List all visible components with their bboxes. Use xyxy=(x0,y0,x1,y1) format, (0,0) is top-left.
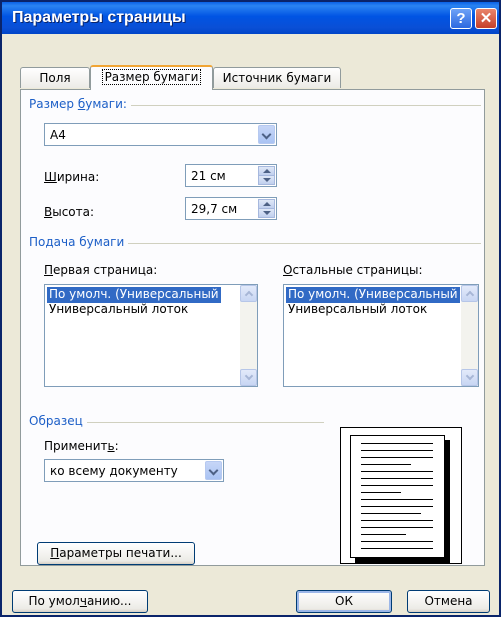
help-button[interactable]: ? xyxy=(450,8,472,29)
print-options-button[interactable]: Параметры печати... xyxy=(37,542,195,565)
scroll-up-icon[interactable] xyxy=(461,285,478,302)
paper-size-group-label: Размер бумаги: xyxy=(29,97,131,111)
tab-paper-size[interactable]: Размер бумаги xyxy=(90,65,213,90)
cancel-button[interactable]: Отмена xyxy=(407,590,490,613)
height-label: Высота: xyxy=(44,205,95,219)
scroll-up-icon[interactable] xyxy=(240,285,257,302)
close-icon: ✕ xyxy=(479,10,493,27)
page-setup-dialog: Параметры страницы ? ✕ Поля Размер бумаг… xyxy=(0,0,501,617)
height-spinner[interactable]: 29,7 см xyxy=(185,197,277,220)
list-item[interactable]: Универсальный лоток xyxy=(47,302,190,318)
tab-paper-size-label: Размер бумаги xyxy=(101,69,202,85)
list-item[interactable]: По умолч. (Универсальный xyxy=(286,287,460,303)
other-pages-label: Остальные страницы: xyxy=(283,263,423,277)
page-preview xyxy=(340,427,462,564)
apply-to-value: ко всему документу xyxy=(50,464,178,478)
scrollbar[interactable] xyxy=(240,285,257,386)
tab-margins[interactable]: Поля xyxy=(20,67,90,88)
scrollbar[interactable] xyxy=(461,285,478,386)
sample-group-label: Образец xyxy=(29,414,87,428)
default-button[interactable]: По умолчанию... xyxy=(12,590,148,613)
paper-size-value: А4 xyxy=(50,128,66,142)
height-value: 29,7 см xyxy=(191,202,238,216)
scroll-down-icon[interactable] xyxy=(240,369,257,386)
scroll-down-icon[interactable] xyxy=(461,369,478,386)
dialog-title: Параметры страницы xyxy=(12,9,186,26)
list-item[interactable]: Универсальный лоток xyxy=(286,302,429,318)
paper-size-select[interactable]: А4 xyxy=(44,123,277,146)
first-page-label: Первая страница: xyxy=(44,263,158,277)
width-label: Ширина: xyxy=(44,170,100,184)
width-spinner[interactable]: 21 см xyxy=(185,164,277,187)
spin-down-icon[interactable] xyxy=(258,175,275,185)
tab-paper-source-label: Источник бумаги xyxy=(222,71,332,85)
other-pages-list[interactable]: По умолч. (Универсальный Универсальный л… xyxy=(283,284,479,387)
ok-button[interactable]: ОК xyxy=(296,590,392,613)
list-item[interactable]: По умолч. (Универсальный xyxy=(47,287,221,303)
spin-down-icon[interactable] xyxy=(258,208,275,218)
tab-margins-label: Поля xyxy=(39,71,71,85)
close-button[interactable]: ✕ xyxy=(475,8,497,29)
chevron-down-icon[interactable] xyxy=(258,125,275,144)
width-value: 21 см xyxy=(191,169,226,183)
title-bar[interactable]: Параметры страницы ? ✕ xyxy=(2,2,499,34)
first-page-list[interactable]: По умолч. (Универсальный Универсальный л… xyxy=(44,284,258,387)
paper-source-group-label: Подача бумаги xyxy=(29,235,129,249)
apply-to-label: Применить: xyxy=(44,439,119,453)
chevron-down-icon[interactable] xyxy=(205,461,222,480)
tab-paper-source[interactable]: Источник бумаги xyxy=(213,67,341,88)
preview-page-icon xyxy=(350,435,445,558)
apply-to-select[interactable]: ко всему документу xyxy=(44,459,224,482)
help-icon: ? xyxy=(456,10,466,27)
